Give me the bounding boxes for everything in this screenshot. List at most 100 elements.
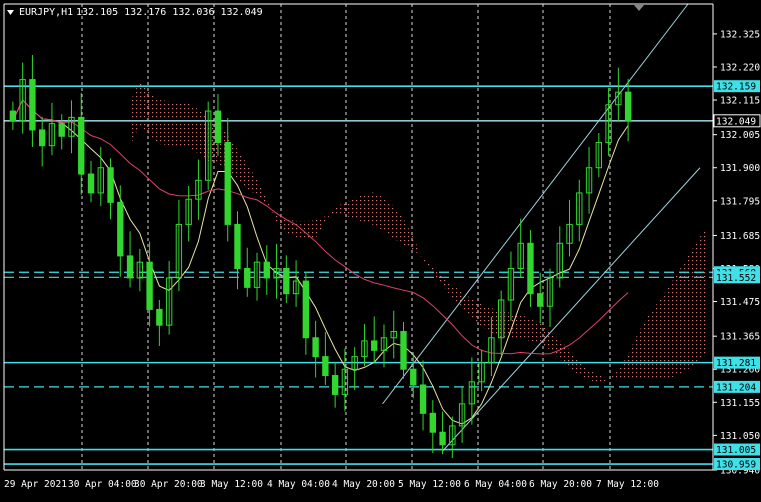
candle-body: [400, 330, 407, 370]
candle-body: [107, 167, 114, 203]
candle: [156, 299, 163, 346]
ma-fast-line: [12, 99, 629, 425]
y-tick-label: 131.475: [720, 297, 760, 308]
candle: [87, 160, 95, 203]
candle: [283, 255, 290, 304]
y-tick-label: 131.050: [720, 431, 760, 442]
candle: [263, 245, 270, 295]
candle: [478, 349, 485, 392]
candle: [429, 400, 436, 453]
price-tag: 132.159: [714, 80, 760, 93]
candle-body: [527, 242, 534, 295]
candle-body: [9, 110, 17, 121]
candle: [410, 352, 417, 399]
x-tick-label: 4 May 20:00: [332, 479, 395, 490]
candle: [58, 114, 65, 150]
candle-body: [146, 261, 153, 310]
candle-body: [429, 412, 436, 433]
candle-body: [87, 173, 95, 194]
candle: [244, 247, 251, 297]
candle-body: [126, 255, 134, 279]
price-tag-label: 131.005: [716, 445, 756, 456]
candle: [322, 332, 329, 385]
candle-body: [439, 431, 446, 446]
y-tick-label: 131.365: [720, 332, 760, 343]
candle: [566, 199, 573, 257]
candle: [253, 252, 261, 301]
dropdown-triangle-icon[interactable]: [7, 10, 14, 15]
candle: [78, 92, 85, 195]
y-tick-label: 132.325: [720, 29, 760, 40]
candle-body: [263, 261, 270, 279]
candle: [371, 316, 378, 364]
x-tick-label: 7 May 12:00: [596, 479, 659, 490]
price-tag: 131.552: [714, 271, 760, 284]
candle-body: [302, 280, 310, 339]
candle-body: [244, 267, 251, 288]
x-tick-label: 6 May 04:00: [464, 479, 527, 490]
candle: [527, 230, 534, 307]
candle-body: [29, 79, 36, 131]
x-tick-label: 29 Apr 2021: [4, 479, 67, 490]
candle: [48, 102, 56, 156]
candle-body: [117, 201, 124, 257]
candle-body: [38, 129, 46, 147]
candle: [117, 185, 124, 277]
candle: [175, 199, 183, 292]
candle-body: [322, 356, 329, 377]
x-tick-label: 6 May 20:00: [529, 479, 592, 490]
y-tick-label: 132.115: [720, 96, 760, 107]
candle: [556, 226, 563, 288]
candle: [380, 324, 388, 368]
price-tag-label: 130.959: [716, 460, 756, 471]
candle: [302, 271, 310, 355]
candle: [312, 320, 319, 378]
candle-body: [78, 116, 85, 175]
price-tag-label: 131.281: [716, 358, 756, 369]
ohlc-quotes: 132.105 132.176 132.036 132.049: [76, 7, 263, 18]
x-tick-label: 3 May 12:00: [200, 479, 263, 490]
candle: [390, 310, 397, 359]
x-tick-label: 5 May 12:00: [398, 479, 461, 490]
x-tick-label: 30 Apr 04:00: [68, 479, 137, 490]
candle: [107, 158, 114, 220]
candle: [576, 179, 583, 242]
candle-body: [283, 267, 290, 295]
scroll-marker-icon[interactable]: [634, 5, 644, 11]
candles: [9, 55, 632, 459]
candle: [507, 251, 515, 321]
candle: [517, 218, 524, 278]
candle: [292, 260, 300, 307]
candle: [624, 78, 632, 142]
candle: [9, 101, 17, 130]
candle-body: [156, 308, 163, 326]
candle: [341, 348, 349, 412]
candle: [331, 362, 339, 408]
candle: [537, 272, 544, 324]
y-tick-label: 131.685: [720, 231, 760, 242]
candle: [595, 133, 603, 178]
price-tag-label: 131.552: [716, 273, 756, 284]
price-tag: 130.959: [714, 458, 760, 471]
candle: [449, 416, 456, 459]
chart-window[interactable]: 29 Apr 2021 30 Apr 04:00 30 Apr 20:00 3 May…: [0, 0, 761, 498]
candle: [38, 116, 46, 167]
chart-header: EURJPY,H1 132.105 132.176 132.036 132.04…: [7, 5, 644, 18]
trend-channel: [382, 3, 701, 452]
candle: [136, 248, 144, 292]
price-chart[interactable]: 29 Apr 2021 30 Apr 04:0030 Apr 20:003 May…: [0, 0, 761, 498]
y-tick-label: 131.795: [720, 196, 760, 207]
x-tick-label: 4 May 04:00: [267, 479, 330, 490]
price-tag-label: 132.049: [716, 116, 756, 127]
candle: [605, 87, 612, 156]
candle-body: [537, 293, 544, 307]
candle: [585, 146, 593, 214]
candle-body: [410, 368, 417, 386]
y-tick-label: 131.155: [720, 398, 760, 409]
candle-body: [624, 91, 632, 121]
candle: [458, 386, 466, 443]
candle: [351, 347, 358, 391]
price-tag: 132.049: [713, 114, 761, 128]
candle-body: [58, 123, 65, 137]
candle-body: [312, 337, 319, 358]
